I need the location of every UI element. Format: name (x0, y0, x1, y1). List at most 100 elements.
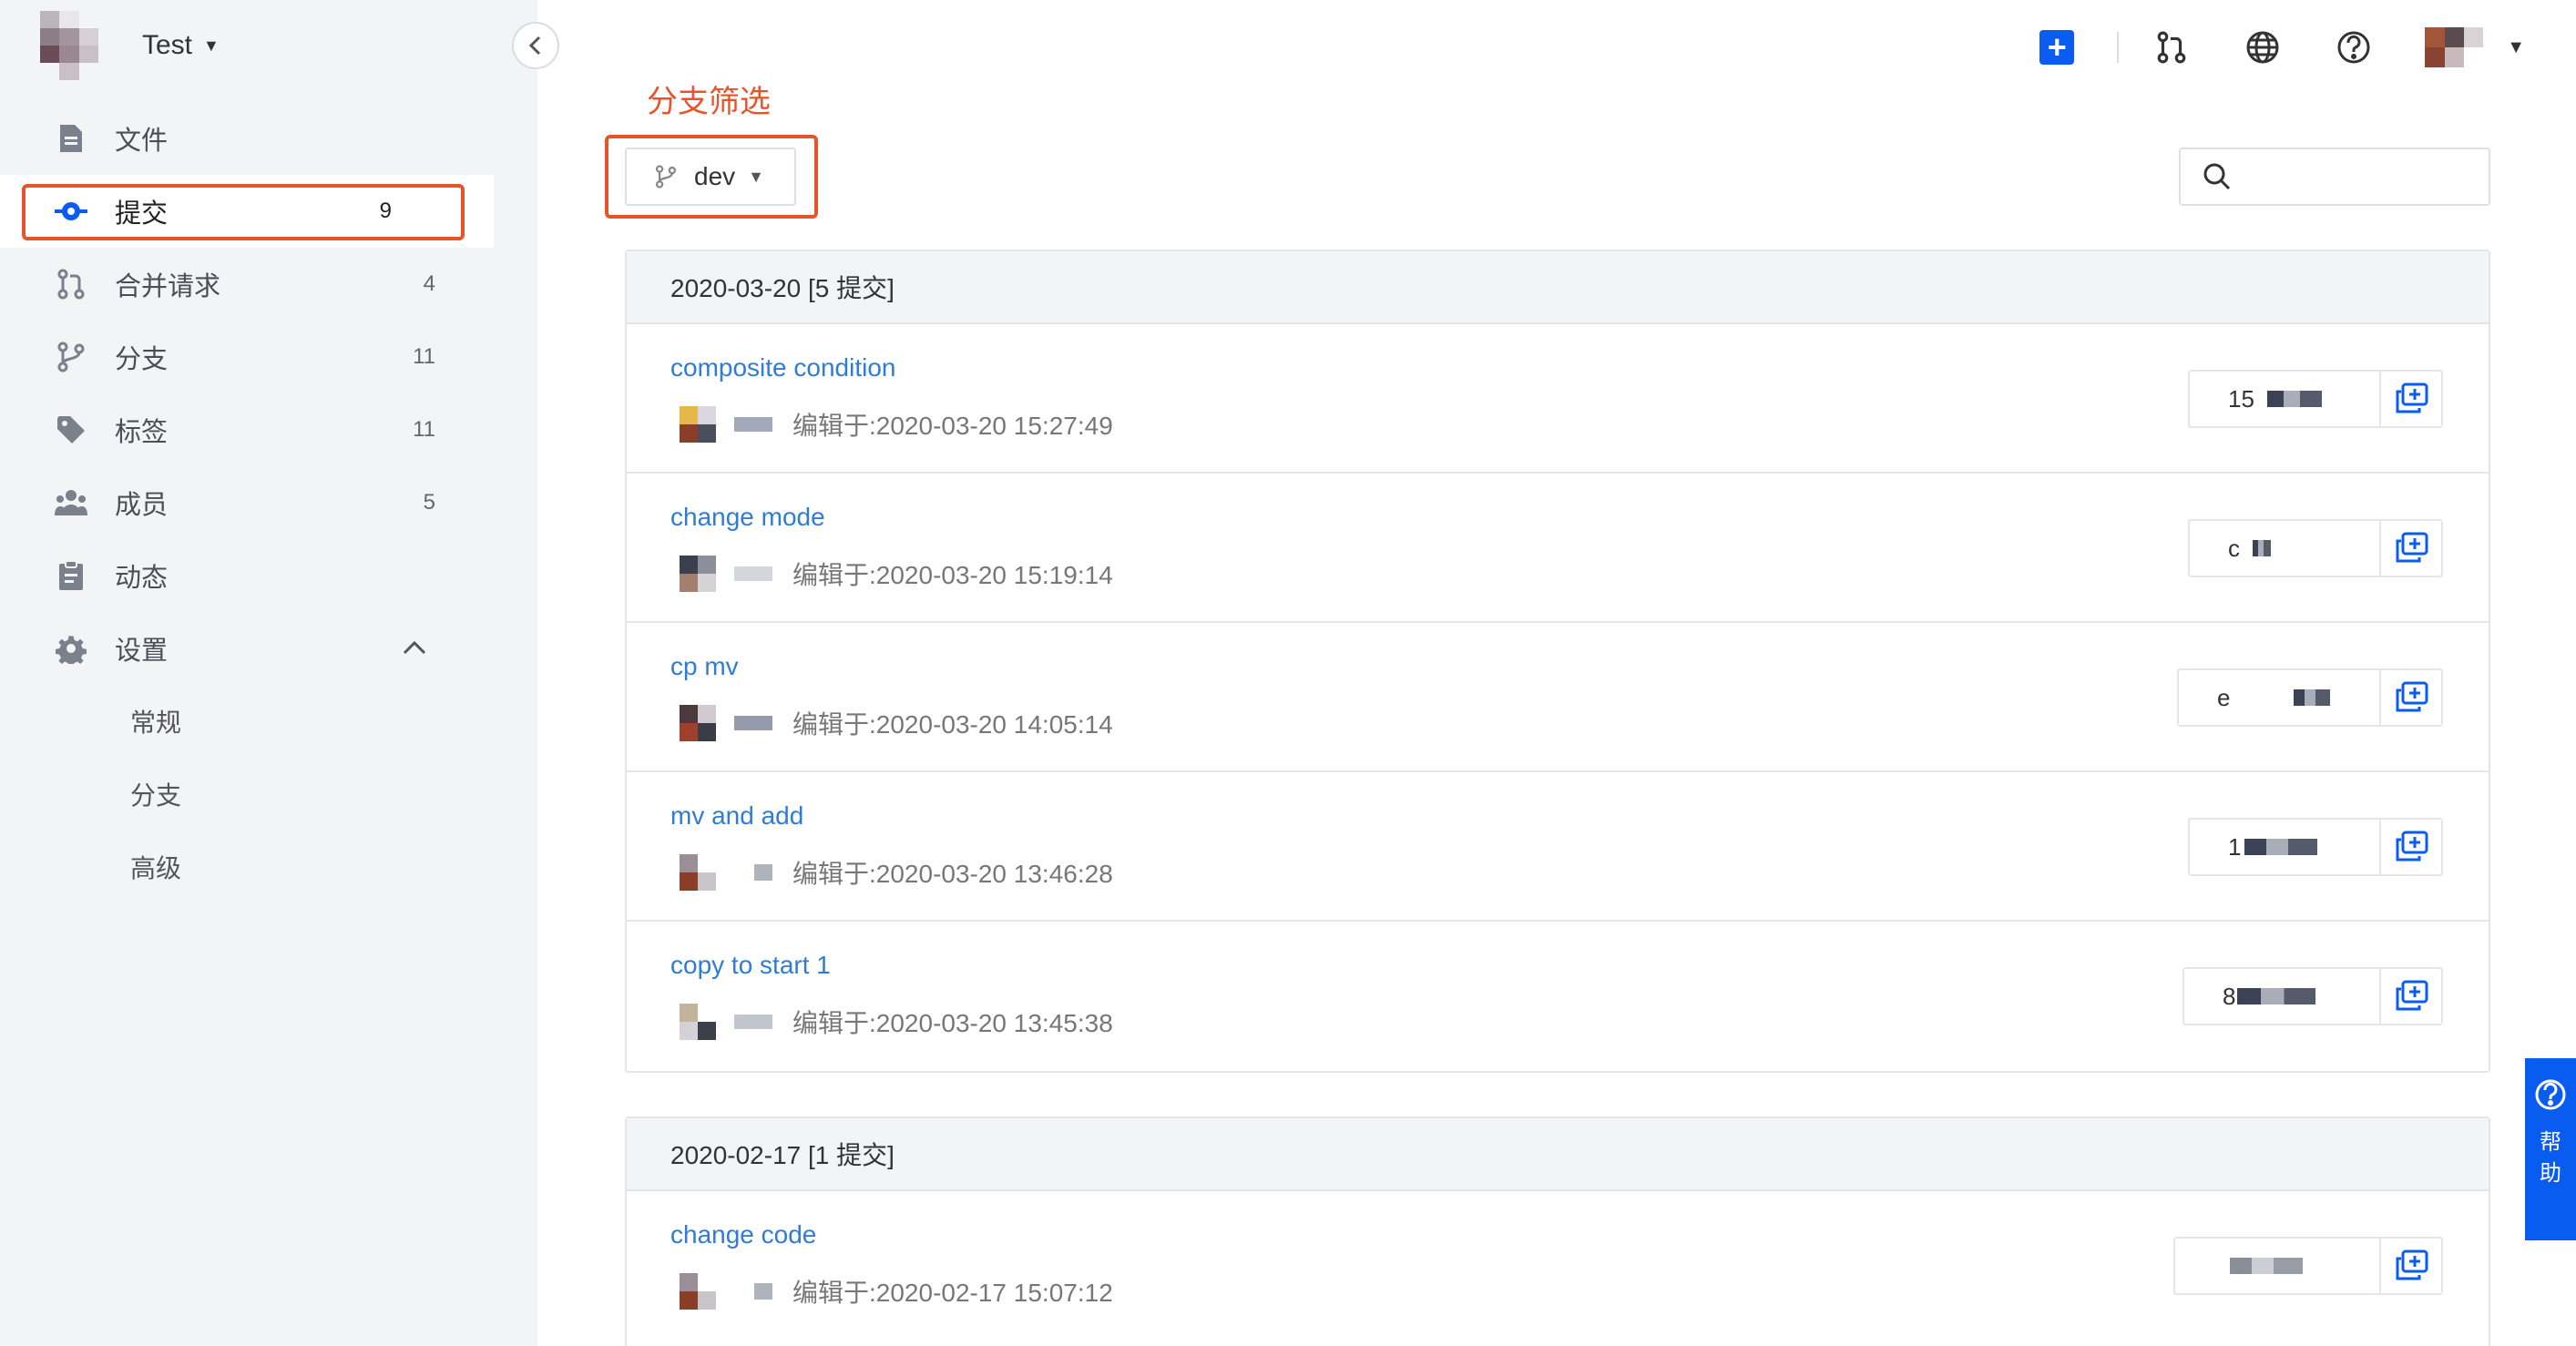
commit-row: copy to start 1 编辑于:2020-03-20 13:45:38 … (627, 922, 2489, 1071)
help-question-icon (2535, 1079, 2566, 1110)
commit-sha-text: 15 (2228, 384, 2254, 413)
commit-sha[interactable]: e (2177, 668, 2381, 727)
copy-sha-button[interactable] (2379, 519, 2443, 577)
branch-filter-annotation: 分支筛选 (647, 85, 771, 119)
commit-time: 编辑于:2020-03-20 13:45:38 (792, 1009, 1113, 1037)
copy-sha-button[interactable] (2379, 967, 2443, 1025)
author-name (754, 1283, 772, 1300)
commit-row: cp mv 编辑于:2020-03-20 14:05:14 e (627, 623, 2489, 772)
author-name (734, 1015, 772, 1029)
copy-icon (2396, 1249, 2428, 1280)
author-name (734, 417, 772, 432)
chevron-down-icon: ▼ (203, 36, 220, 55)
project-switcher[interactable]: Test ▼ (40, 9, 220, 82)
settings-sub-advanced[interactable]: 高级 (0, 831, 537, 903)
file-icon (55, 122, 87, 155)
help-label: 帮助 (2540, 1130, 2561, 1186)
commit-row: change mode 编辑于:2020-03-20 15:19:14 c (627, 474, 2489, 623)
author-avatar (680, 406, 716, 443)
user-avatar[interactable] (2425, 27, 2484, 67)
commit-title-link[interactable]: change code (670, 1220, 816, 1249)
author-avatar (680, 556, 716, 592)
sidebar-item-label: 标签 (115, 418, 169, 447)
author-name (734, 566, 772, 581)
sidebar-item-merge-requests[interactable]: 合并请求 4 (0, 248, 537, 321)
sidebar-item-branches[interactable]: 分支 11 (0, 321, 537, 393)
sidebar-item-files[interactable]: 文件 (0, 102, 537, 175)
sidebar-item-count: 11 (413, 344, 435, 369)
commit-title-link[interactable]: change mode (670, 503, 825, 532)
commit-time: 编辑于:2020-03-20 13:46:28 (792, 860, 1113, 888)
commit-time: 编辑于:2020-03-20 14:05:14 (792, 710, 1113, 739)
commit-sha-text: 8 (2223, 982, 2236, 1010)
caret-down-icon: ▼ (748, 167, 764, 186)
project-name: Test (142, 30, 193, 60)
copy-sha-button[interactable] (2379, 1237, 2443, 1295)
branch-icon (55, 341, 87, 373)
help-question-icon[interactable] (2334, 27, 2374, 67)
commit-title-link[interactable]: cp mv (670, 652, 739, 681)
author-avatar (680, 1004, 716, 1040)
merge-request-icon (55, 268, 87, 301)
sidebar-item-activity[interactable]: 动态 (0, 539, 537, 612)
plus-icon: + (2039, 30, 2075, 65)
copy-sha-button[interactable] (2379, 370, 2443, 428)
members-icon (55, 486, 87, 519)
settings-sub-general[interactable]: 常规 (0, 685, 537, 758)
sidebar-item-members[interactable]: 成员 5 (0, 466, 537, 539)
commit-sha-text: c (2228, 534, 2240, 562)
help-tab[interactable]: 帮助 (2525, 1058, 2576, 1240)
copy-icon (2396, 681, 2428, 712)
commit-sha[interactable]: 1 (2188, 818, 2381, 876)
clipboard-icon (55, 559, 87, 592)
copy-icon (2396, 831, 2428, 862)
topbar: + ▼ (2037, 22, 2525, 73)
collapse-sidebar-button[interactable] (512, 22, 559, 69)
copy-icon (2396, 382, 2428, 413)
commit-sha[interactable]: 8 (2182, 967, 2381, 1025)
gear-icon (55, 632, 87, 665)
sidebar-item-settings[interactable]: 设置 (0, 612, 537, 685)
copy-sha-button[interactable] (2379, 818, 2443, 876)
user-menu-caret-icon[interactable]: ▼ (2507, 37, 2525, 58)
chevron-left-icon (528, 36, 541, 56)
commits-highlight-box (22, 184, 465, 240)
commit-group-header: 2020-03-20 [5 提交] (627, 251, 2489, 324)
create-button[interactable]: + (2037, 27, 2077, 67)
author-name (734, 716, 772, 730)
topbar-divider (2117, 32, 2120, 63)
sidebar-item-label: 动态 (115, 564, 169, 593)
copy-icon (2396, 532, 2428, 563)
commit-sha[interactable]: 15 (2188, 370, 2381, 428)
chevron-up-icon[interactable] (403, 636, 426, 661)
copy-sha-button[interactable] (2379, 668, 2443, 727)
branch-select-value: dev (694, 162, 736, 190)
commit-time: 编辑于:2020-03-20 15:19:14 (792, 561, 1113, 589)
author-name (754, 864, 772, 881)
commit-sha[interactable]: c (2188, 519, 2381, 577)
sidebar-item-tags[interactable]: 标签 11 (0, 393, 537, 466)
commit-title-link[interactable]: copy to start 1 (670, 951, 831, 980)
merge-request-icon[interactable] (2152, 27, 2192, 67)
commit-group-header: 2020-02-17 [1 提交] (627, 1118, 2489, 1191)
branch-select[interactable]: dev ▼ (625, 148, 796, 206)
author-avatar (680, 1273, 716, 1310)
project-avatar (40, 11, 98, 80)
branch-icon (655, 165, 677, 189)
commit-sha-text: 1 (2228, 832, 2242, 861)
sidebar-item-count: 5 (423, 490, 435, 515)
author-avatar (680, 854, 716, 891)
sidebar-item-label: 文件 (115, 127, 169, 156)
settings-sub-branches[interactable]: 分支 (0, 758, 537, 831)
language-globe-icon[interactable] (2243, 27, 2283, 67)
sidebar-item-label: 设置 (115, 637, 169, 666)
commit-sha[interactable] (2173, 1237, 2381, 1295)
commit-search-input[interactable] (2179, 148, 2490, 206)
commit-row: composite condition 编辑于:2020-03-20 15:27… (627, 324, 2489, 474)
commit-title-link[interactable]: composite condition (670, 353, 895, 382)
commit-title-link[interactable]: mv and add (670, 801, 803, 831)
search-icon (2203, 163, 2231, 190)
sidebar-item-label: 分支 (115, 345, 169, 374)
commit-time: 编辑于:2020-02-17 15:07:12 (792, 1279, 1113, 1307)
tag-icon (55, 413, 87, 446)
